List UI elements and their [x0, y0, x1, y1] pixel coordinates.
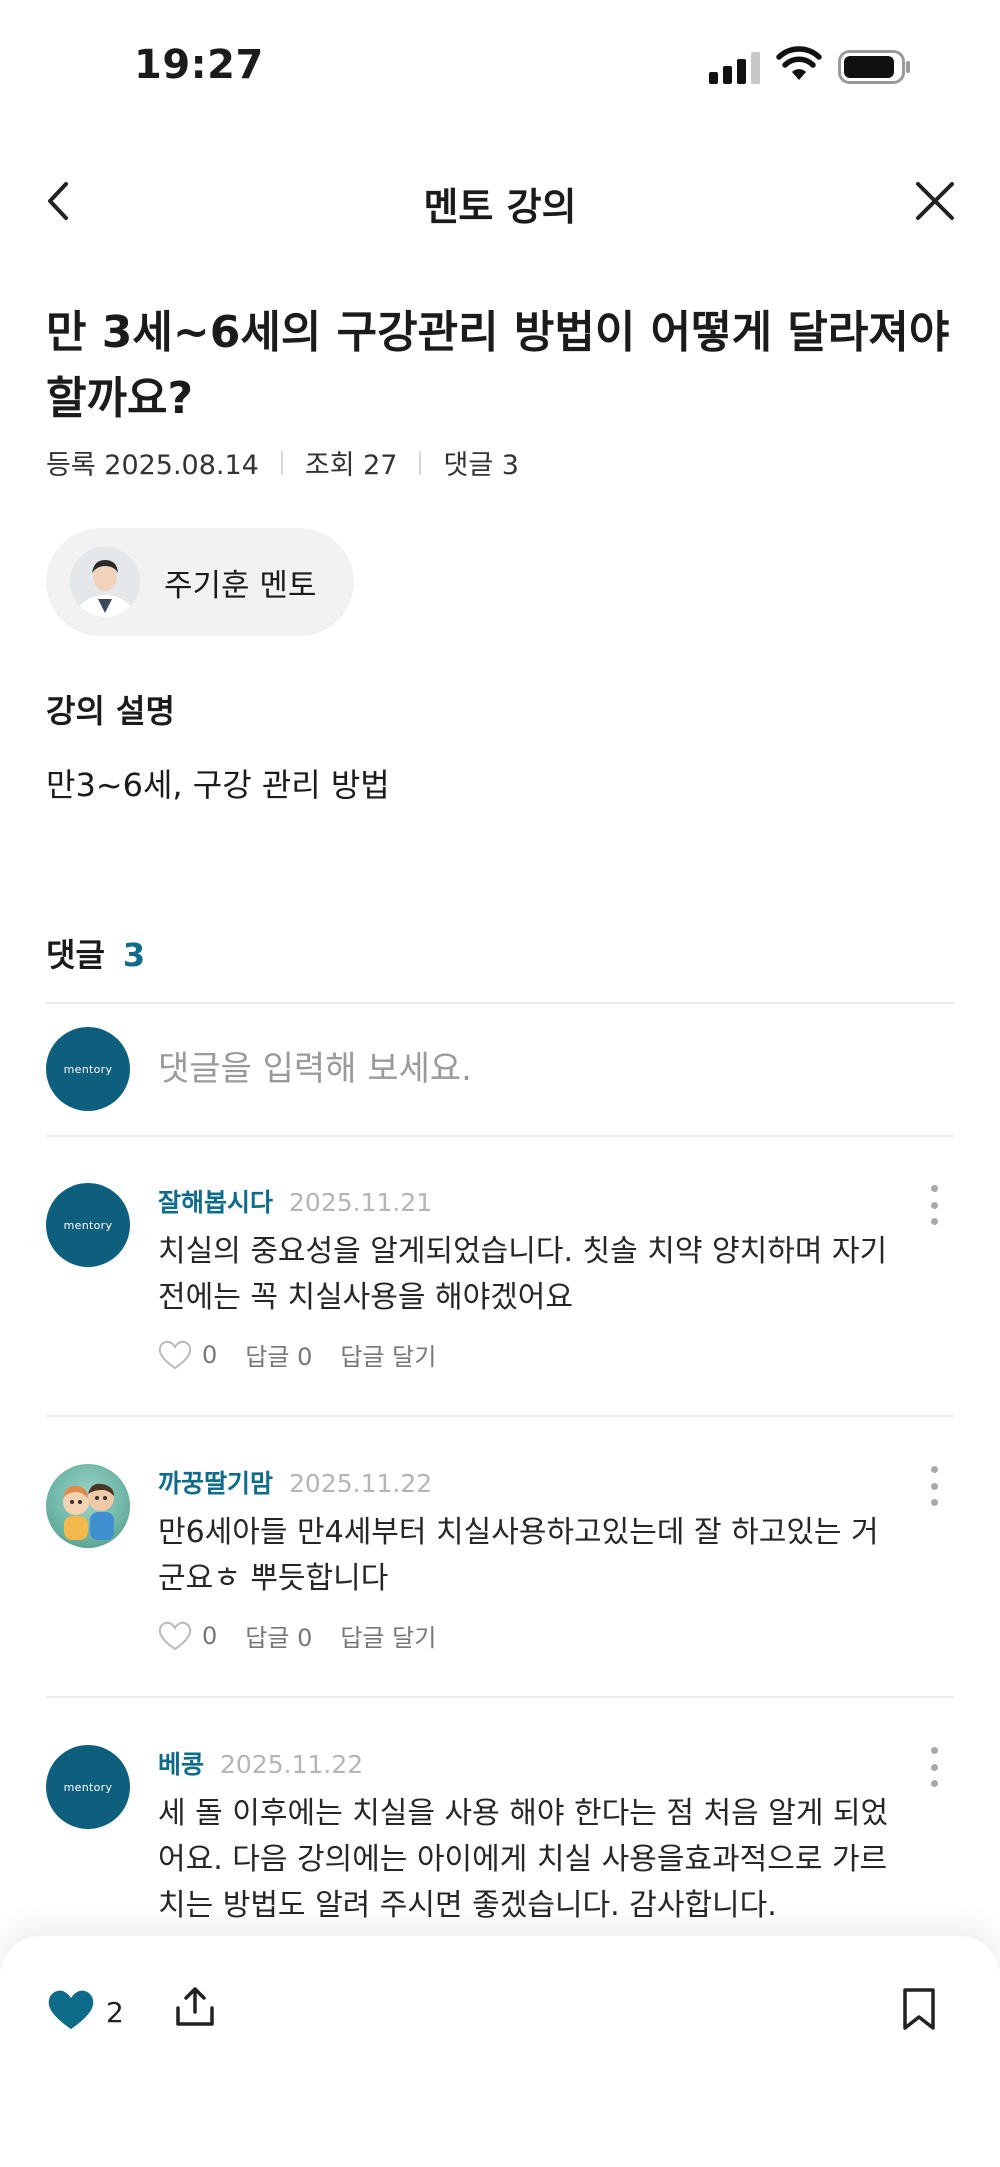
- mentor-name: 주기훈 멘토: [164, 567, 317, 604]
- user-avatar: mentory: [46, 1027, 130, 1111]
- reply-button[interactable]: 답글 달기: [340, 1337, 436, 1372]
- comment-author[interactable]: 베콩: [158, 1745, 204, 1781]
- comment-author[interactable]: 까꿍딸기맘: [158, 1464, 273, 1500]
- comment-date: 2025.11.21: [289, 1188, 433, 1217]
- reply-button[interactable]: 답글 달기: [340, 1618, 436, 1653]
- description-heading: 강의 설명: [46, 692, 175, 730]
- comment-text: 치실의 중요성을 알게되었습니다. 칫솔 치약 양치하며 자기 전에는 꼭 치실…: [158, 1234, 888, 1315]
- commenter-avatar: mentory: [46, 1183, 130, 1267]
- comment-date: 2025.11.22: [220, 1750, 364, 1779]
- lecture-like-count: 2: [106, 1996, 124, 2029]
- mentor-chip[interactable]: 주기훈 멘토: [46, 528, 354, 636]
- commenter-avatar: [46, 1464, 130, 1548]
- like-count: 0: [202, 1340, 218, 1369]
- comment-item: mentory 베콩 2025.11.22 세 돌 이후에는 치실을 사용 해야…: [46, 1745, 954, 1935]
- comment-composer: mentory: [46, 1027, 954, 1111]
- comment-author[interactable]: 잘해봅시다: [158, 1183, 273, 1219]
- heart-outline-icon: [158, 1340, 192, 1369]
- more-options-icon[interactable]: [924, 1747, 944, 1787]
- comments-header: 댓글 3: [46, 930, 145, 976]
- like-count: 0: [202, 1621, 218, 1650]
- like-button[interactable]: 0: [158, 1621, 217, 1651]
- view-count: 조회 27: [304, 450, 398, 481]
- navigation-bar: 멘토 강의: [0, 160, 1000, 240]
- comments-label: 댓글: [46, 936, 105, 974]
- bottom-action-bar: 2: [0, 1936, 1000, 2167]
- avatar-logo-text: mentory: [63, 1780, 113, 1794]
- comment-text: 세 돌 이후에는 치실을 사용 해야 한다는 점 처음 알게 되었어요. 다음 …: [158, 1796, 889, 1923]
- comment-date: 2025.11.22: [289, 1469, 433, 1498]
- heart-filled-icon[interactable]: [46, 1988, 96, 2032]
- battery-icon: [838, 50, 910, 84]
- divider: [46, 1135, 954, 1137]
- comment-text: 만6세아들 만4세부터 치실사용하고있는데 잘 하고있는 거군요ㅎ 뿌듯합니다: [158, 1515, 879, 1596]
- avatar-logo-text: mentory: [63, 1062, 113, 1076]
- wifi-icon: [776, 46, 822, 80]
- comment-count-label: 댓글 3: [443, 450, 519, 481]
- share-icon[interactable]: [172, 1984, 218, 2030]
- comment-item: mentory 잘해봅시다 2025.11.21 치실의 중요성을 알게되었습니…: [46, 1183, 954, 1413]
- reply-count[interactable]: 답글 0: [245, 1337, 312, 1372]
- meta-divider: [419, 450, 422, 475]
- status-time: 19:27: [134, 42, 264, 88]
- commenter-avatar: mentory: [46, 1745, 130, 1829]
- status-bar: 19:27: [0, 0, 1000, 130]
- registered-date: 등록 2025.08.14: [46, 450, 259, 481]
- page-title: 멘토 강의: [423, 185, 577, 229]
- lecture-meta: 등록 2025.08.14 조회 27 댓글 3: [46, 443, 519, 482]
- lecture-title: 만 3세~6세의 구강관리 방법이 어떻게 달라져야 할까요?: [46, 307, 950, 424]
- comments-count: 3: [122, 936, 146, 974]
- heart-outline-icon: [158, 1621, 192, 1650]
- close-icon[interactable]: [912, 178, 958, 224]
- description-body: 만3~6세, 구강 관리 방법: [46, 766, 390, 804]
- comment-input[interactable]: [158, 1049, 918, 1089]
- avatar-logo-text: mentory: [63, 1218, 113, 1232]
- more-options-icon[interactable]: [924, 1466, 944, 1506]
- more-options-icon[interactable]: [924, 1185, 944, 1225]
- divider: [46, 1002, 954, 1004]
- cellular-signal-icon: [709, 52, 760, 84]
- meta-divider: [280, 450, 283, 475]
- bookmark-icon[interactable]: [900, 1986, 938, 2032]
- reply-count[interactable]: 답글 0: [245, 1618, 312, 1653]
- divider: [46, 1696, 954, 1698]
- comment-item: 까꿍딸기맘 2025.11.22 만6세아들 만4세부터 치실사용하고있는데 잘…: [46, 1464, 954, 1694]
- like-button[interactable]: 0: [158, 1340, 217, 1370]
- mentor-avatar: [70, 547, 140, 617]
- divider: [46, 1415, 954, 1417]
